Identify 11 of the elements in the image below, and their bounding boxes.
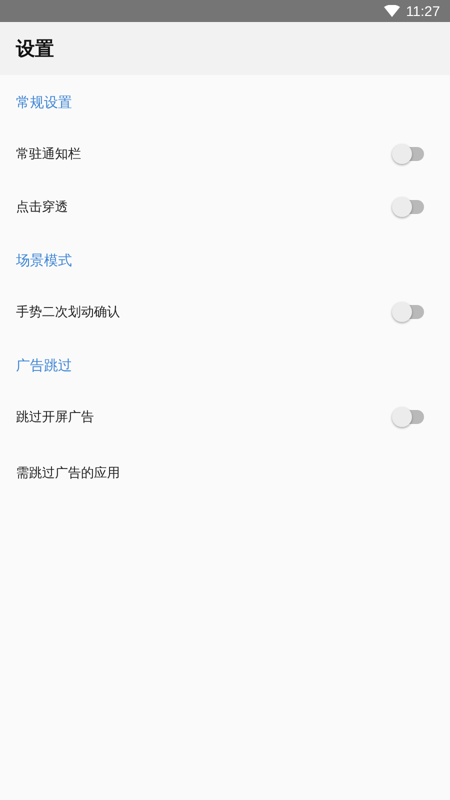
wifi-icon [384, 5, 400, 17]
page-title: 设置 [16, 36, 54, 62]
setting-link[interactable]: 需跳过广告的应用 [16, 464, 120, 482]
section-title: 场景模式 [16, 252, 72, 270]
clock-time: 11:27 [406, 3, 440, 19]
setting-label: 手势二次划动确认 [16, 304, 120, 320]
section-title: 广告跳过 [16, 357, 72, 375]
setting-label: 常驻通知栏 [16, 146, 81, 162]
setting-label: 跳过开屏广告 [16, 408, 94, 426]
setting-label: 点击穿透 [16, 198, 68, 216]
section-title: 常规设置 [16, 94, 72, 112]
